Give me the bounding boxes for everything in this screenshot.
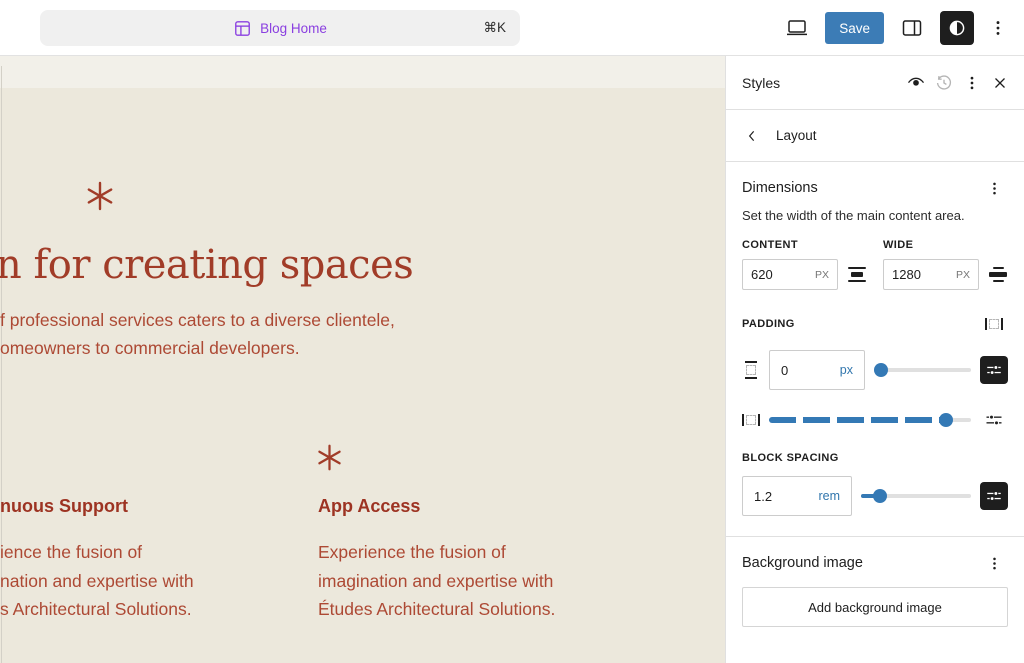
command-palette-button[interactable]: Blog Home ⌘K	[40, 10, 520, 46]
wide-width-unit[interactable]: PX	[956, 269, 970, 281]
sidebar-title: Styles	[742, 75, 902, 91]
asterisk-decoration-icon	[85, 181, 115, 216]
block-spacing-input[interactable]: 1.2 rem	[742, 476, 852, 516]
device-preview-button[interactable]	[781, 12, 813, 44]
ellipsis-vertical-icon	[986, 555, 1003, 572]
hero-paragraph: f professional services caters to a dive…	[0, 306, 395, 362]
hero-paragraph-line2: omeowners to commercial developers.	[0, 334, 395, 362]
feature-right-line: Études Architectural Solutions.	[318, 595, 555, 624]
background-options-button[interactable]	[980, 549, 1008, 577]
feature-left-line: nation and expertise with	[0, 567, 194, 596]
vertical-padding-unit[interactable]: px	[840, 363, 853, 377]
hero-paragraph-line1: f professional services caters to a dive…	[0, 306, 395, 334]
site-preview-canvas[interactable]: n for creating spaces f professional ser…	[0, 56, 725, 663]
revisions-button[interactable]	[930, 69, 958, 97]
feature-right-line: imagination and expertise with	[318, 567, 555, 596]
history-clock-icon	[933, 72, 955, 94]
contrast-icon	[946, 17, 968, 39]
content-width-value: 620	[751, 267, 815, 282]
padding-options-button-active[interactable]	[980, 356, 1008, 384]
template-icon	[233, 19, 252, 38]
feature-left-line: s Architectural Solutions.	[0, 595, 194, 624]
block-spacing-value: 1.2	[754, 489, 818, 504]
hero-heading: n for creating spaces	[0, 242, 413, 288]
toolbar-actions: Save	[781, 0, 1010, 56]
command-palette-label: Blog Home	[260, 21, 327, 36]
feature-right-line: Experience the fusion of	[318, 538, 555, 567]
padding-label: PADDING	[742, 318, 795, 330]
wide-width-value: 1280	[892, 267, 956, 282]
block-spacing-unit[interactable]: rem	[818, 489, 840, 503]
dimensions-options-button[interactable]	[980, 174, 1008, 202]
settings-sidebar-toggle-button[interactable]	[896, 12, 928, 44]
horizontal-padding-slider[interactable]	[769, 412, 971, 428]
sliders-icon	[985, 361, 1003, 379]
dimensions-heading: Dimensions	[742, 180, 818, 196]
close-sidebar-button[interactable]	[986, 69, 1014, 97]
wide-width-label: WIDE	[883, 239, 1008, 251]
horizontal-padding-icon	[742, 411, 760, 429]
vertical-padding-icon	[742, 361, 760, 379]
chevron-left-icon	[744, 128, 760, 144]
sidebar-toggle-icon	[900, 16, 924, 40]
laptop-icon	[785, 16, 809, 40]
wide-width-icon	[988, 267, 1008, 282]
block-spacing-options-button-active[interactable]	[980, 482, 1008, 510]
close-icon	[991, 74, 1009, 92]
background-image-heading: Background image	[742, 555, 863, 571]
wide-width-input[interactable]: 1280 PX	[883, 259, 979, 290]
styles-options-button[interactable]	[958, 69, 986, 97]
add-background-image-button[interactable]: Add background image	[742, 587, 1008, 627]
all-sides-icon	[985, 315, 1003, 333]
content-width-unit[interactable]: PX	[815, 269, 829, 281]
asterisk-decoration-icon	[316, 444, 343, 476]
styles-sidebar: Styles	[725, 56, 1024, 663]
content-width-input[interactable]: 620 PX	[742, 259, 838, 290]
sliders-icon	[984, 410, 1004, 430]
command-shortcut: ⌘K	[483, 20, 506, 36]
feature-title-left: nuous Support	[0, 496, 128, 517]
ellipsis-vertical-icon	[963, 74, 981, 92]
vertical-padding-value: 0	[781, 363, 840, 378]
sliders-icon	[985, 487, 1003, 505]
block-spacing-slider[interactable]	[861, 488, 971, 504]
block-spacing-label: BLOCK SPACING	[742, 452, 1008, 464]
preview-styles-button[interactable]	[902, 69, 930, 97]
feature-left-line: ience the fusion of	[0, 538, 194, 567]
content-width-icon	[847, 267, 867, 282]
panel-title: Layout	[776, 128, 817, 143]
editor-top-bar: Blog Home ⌘K Save	[0, 0, 1024, 56]
wide-width-field: WIDE 1280 PX	[883, 239, 1008, 290]
feature-text-right: Experience the fusion of imagination and…	[318, 538, 555, 624]
section-divider	[726, 536, 1024, 537]
ellipsis-vertical-icon	[986, 180, 1003, 197]
feature-title-right: App Access	[318, 496, 420, 517]
eye-icon	[905, 72, 927, 94]
feature-text-left: ience the fusion of nation and expertise…	[0, 538, 194, 624]
dimensions-description: Set the width of the main content area.	[742, 208, 1008, 223]
content-width-field: CONTENT 620 PX	[742, 239, 867, 290]
vertical-padding-input[interactable]: 0 px	[769, 350, 865, 390]
save-button[interactable]: Save	[825, 12, 884, 44]
content-width-label: CONTENT	[742, 239, 867, 251]
site-header-strip	[0, 56, 725, 88]
style-book-button[interactable]	[940, 11, 974, 45]
vertical-padding-slider[interactable]	[874, 362, 971, 378]
horizontal-padding-options-button[interactable]	[980, 406, 1008, 434]
options-menu-button[interactable]	[986, 12, 1010, 44]
padding-link-sides-button[interactable]	[980, 310, 1008, 338]
styles-sidebar-header: Styles	[726, 56, 1024, 110]
layout-breadcrumb-row: Layout	[726, 110, 1024, 162]
back-button[interactable]	[742, 126, 762, 146]
layout-panel-body: Dimensions Set the width of the main con…	[726, 162, 1024, 627]
ellipsis-vertical-icon	[988, 18, 1008, 38]
